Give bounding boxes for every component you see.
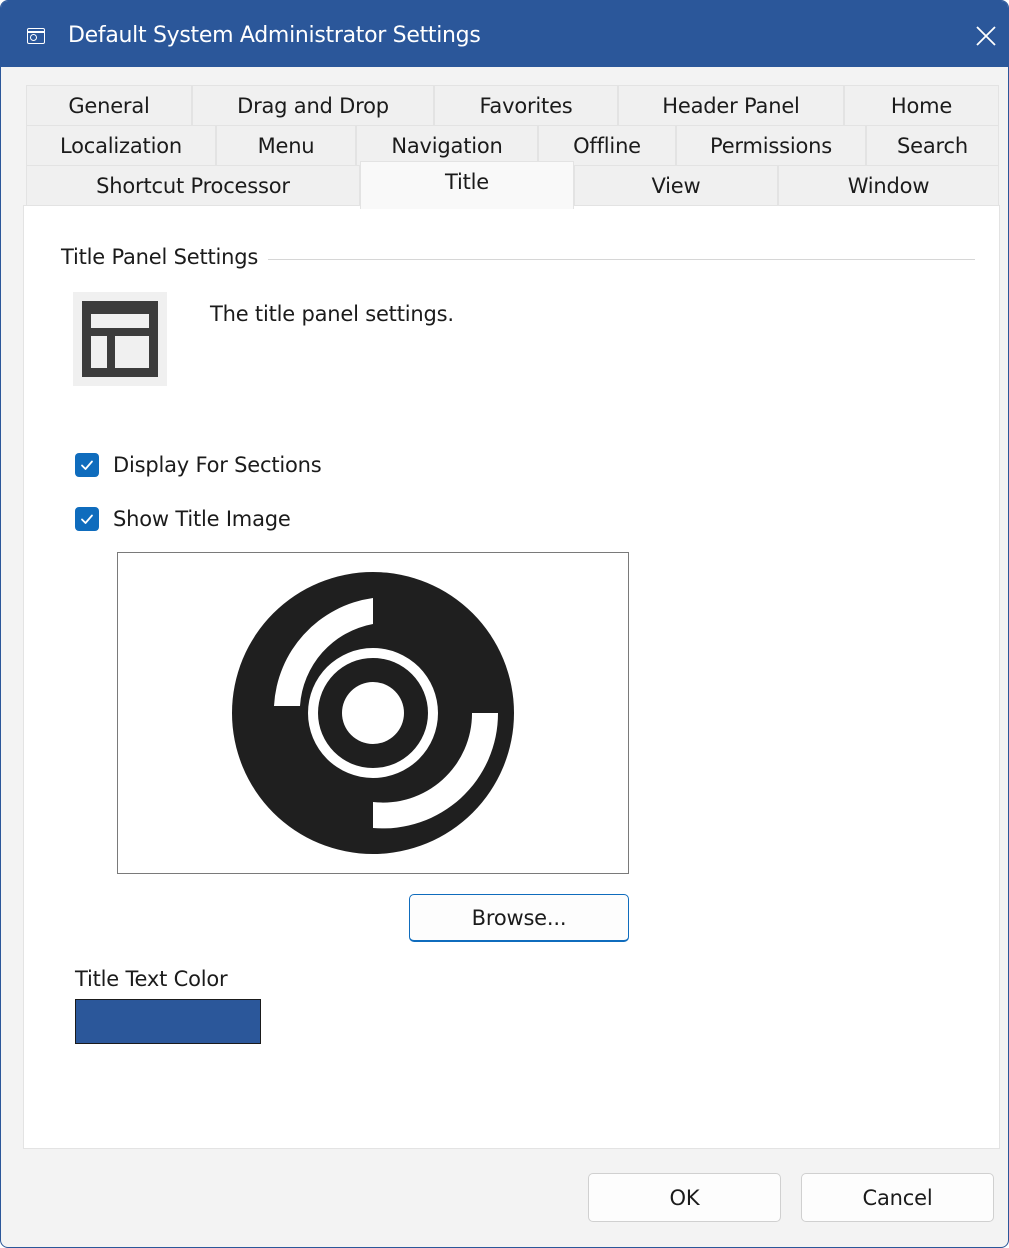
tab-row-2: Localization Menu Navigation Offline Per… [26,125,999,165]
title-tab-panel: Title Panel Settings The title panel set… [23,205,1000,1149]
show-title-image-label: Show Title Image [113,507,291,531]
window-title: Default System Administrator Settings [68,23,481,48]
tab-shortcut-processor[interactable]: Shortcut Processor [26,165,360,205]
close-button[interactable] [963,15,1008,57]
tab-favorites[interactable]: Favorites [434,85,618,125]
tab-home[interactable]: Home [844,85,999,125]
display-for-sections-label: Display For Sections [113,453,322,477]
tab-drag-and-drop[interactable]: Drag and Drop [192,85,434,125]
tab-header-panel[interactable]: Header Panel [618,85,844,125]
title-text-color-swatch[interactable] [75,999,261,1044]
show-title-image-row[interactable]: Show Title Image [75,504,291,534]
tab-permissions[interactable]: Permissions [676,125,866,165]
tab-navigation[interactable]: Navigation [356,125,538,165]
disc-logo-image [232,572,514,854]
tab-window[interactable]: Window [778,165,999,205]
tab-general[interactable]: General [26,85,192,125]
tab-offline[interactable]: Offline [538,125,676,165]
close-icon [976,26,996,46]
settings-dialog: Default System Administrator Settings Ge… [0,0,1009,1248]
title-image-preview [117,552,629,874]
settings-window-icon [27,28,45,44]
title-text-color-label: Title Text Color [75,967,228,991]
tab-search[interactable]: Search [866,125,999,165]
display-for-sections-checkbox[interactable] [75,453,99,477]
tab-localization[interactable]: Localization [26,125,216,165]
checkmark-icon [81,514,93,524]
tab-row-1: General Drag and Drop Favorites Header P… [26,85,999,125]
tab-row-3: Shortcut Processor Title View Window [26,161,999,209]
tab-menu[interactable]: Menu [216,125,356,165]
cancel-button[interactable]: Cancel [801,1173,994,1222]
title-panel-layout-icon [73,292,167,386]
browse-button[interactable]: Browse... [409,894,629,942]
group-title: Title Panel Settings [61,242,269,272]
title-bar[interactable]: Default System Administrator Settings [1,1,1008,67]
tab-title[interactable]: Title [360,161,574,209]
tab-view[interactable]: View [574,165,778,205]
panel-description: The title panel settings. [210,302,454,326]
show-title-image-checkbox[interactable] [75,507,99,531]
ok-button[interactable]: OK [588,1173,781,1222]
checkmark-icon [81,460,93,470]
display-for-sections-row[interactable]: Display For Sections [75,450,322,480]
